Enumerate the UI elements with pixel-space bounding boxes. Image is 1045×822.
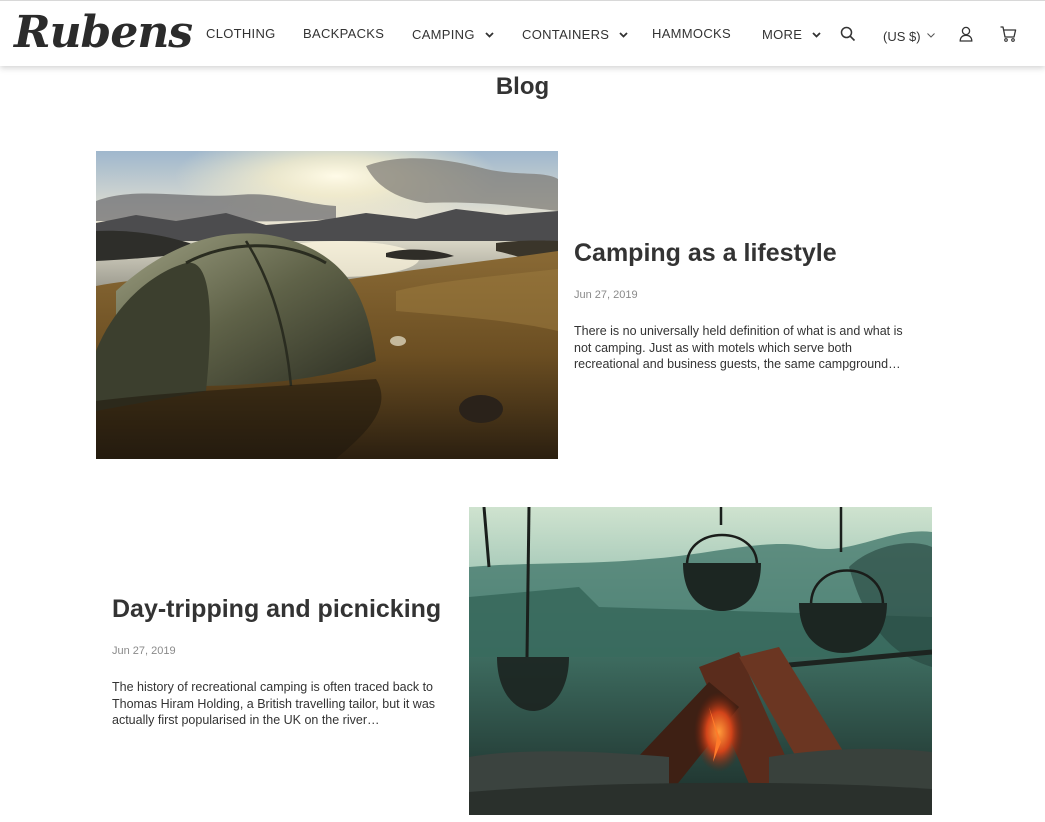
nav-more[interactable]: MORE (762, 26, 821, 43)
site-logo[interactable]: Rubens (14, 8, 193, 58)
nav-hammocks-label: HAMMOCKS (652, 26, 731, 41)
page-title: Blog (495, 73, 550, 100)
tent-landscape-image (96, 151, 558, 459)
nav-clothing[interactable]: CLOTHING (206, 26, 276, 42)
post-title-day-tripping[interactable]: Day-tripping and picnicking (112, 594, 441, 624)
post-image-campfire[interactable] (469, 507, 932, 815)
currency-label: (US $) (883, 29, 921, 44)
post-date: Jun 27, 2019 (112, 645, 176, 657)
cart-icon[interactable] (1000, 26, 1017, 47)
nav-containers-label: CONTAINERS (522, 27, 610, 42)
post-excerpt: The history of recreational camping is o… (112, 680, 436, 727)
nav-containers[interactable]: CONTAINERS (522, 26, 628, 43)
chevron-down-icon (619, 26, 628, 42)
search-icon[interactable] (840, 26, 856, 47)
post-excerpt: There is no universally held definition … (574, 324, 903, 371)
site-header: Rubens CLOTHING BACKPACKS CAMPING CONTAI… (0, 0, 1045, 66)
nav-backpacks[interactable]: BACKPACKS (303, 26, 384, 42)
chevron-down-icon (812, 26, 821, 42)
post-image-tent[interactable] (96, 151, 558, 459)
nav-backpacks-label: BACKPACKS (303, 26, 385, 41)
nav-hammocks[interactable]: HAMMOCKS (652, 26, 731, 42)
chevron-down-icon (485, 26, 494, 42)
user-icon[interactable] (959, 26, 973, 47)
chevron-down-icon (927, 26, 936, 42)
post-date: Jun 27, 2019 (574, 289, 638, 301)
nav-camping-label: CAMPING (412, 27, 475, 42)
nav-more-label: MORE (762, 27, 803, 42)
nav-clothing-label: CLOTHING (206, 26, 276, 41)
post-title-camping-lifestyle[interactable]: Camping as a lifestyle (574, 238, 837, 268)
currency-selector[interactable]: (US $) (883, 26, 936, 45)
campfire-pots-image (469, 507, 932, 815)
nav-camping[interactable]: CAMPING (412, 26, 494, 43)
